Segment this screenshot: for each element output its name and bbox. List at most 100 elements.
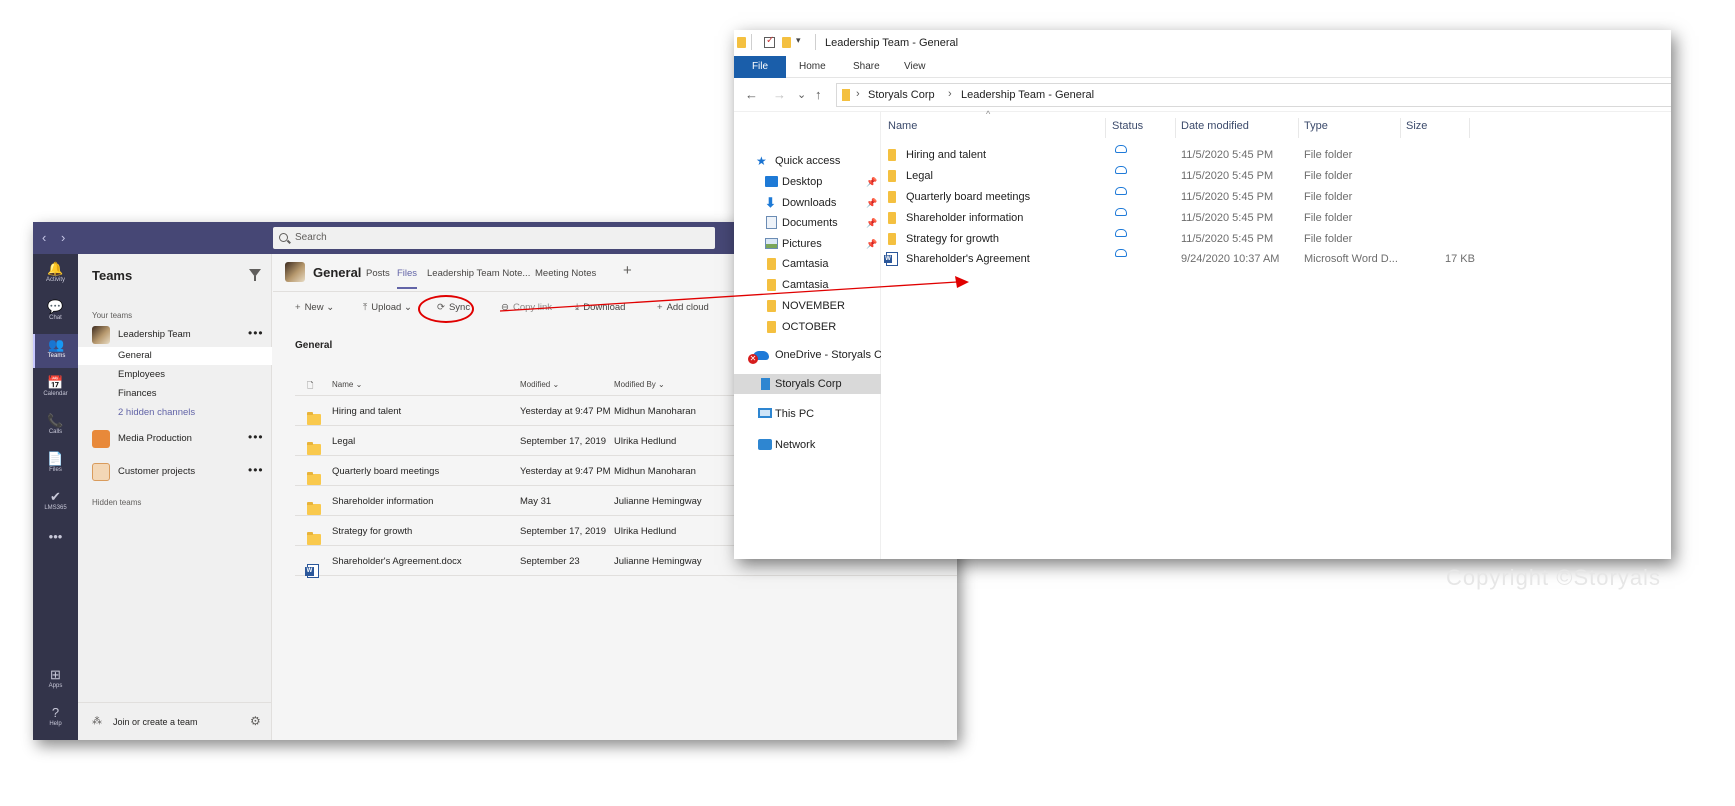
file-row[interactable]: Hiring and talent 11/5/2020 5:45 PM File… — [882, 145, 1482, 165]
ribbon-tab-home[interactable]: Home — [799, 56, 826, 78]
file-name[interactable]: Shareholder information — [332, 496, 433, 507]
ribbon-tab-file[interactable]: File — [734, 56, 786, 78]
column-size[interactable]: Size — [1406, 112, 1427, 140]
ribbon-tab-view[interactable]: View — [904, 56, 926, 78]
nav-this-pc[interactable]: This PC — [734, 404, 881, 424]
address-bar[interactable]: › Storyals Corp › Leadership Team - Gene… — [836, 83, 1671, 107]
rail-chat[interactable]: 💬 Chat — [33, 296, 78, 330]
file-modified: September 23 — [520, 556, 580, 567]
breadcrumb-separator: › — [948, 88, 952, 100]
ribbon-tab-share[interactable]: Share — [853, 56, 880, 78]
join-team-bar[interactable]: ⁂ Join or create a team ⚙ — [78, 702, 272, 740]
column-type[interactable]: Type — [1304, 112, 1328, 140]
file-type-icon: 🗋 — [307, 381, 314, 390]
column-modified-by[interactable]: Modified By ⌄ — [614, 380, 665, 389]
file-row[interactable]: Quarterly board meetings 11/5/2020 5:45 … — [882, 187, 1482, 207]
file-row[interactable]: Shareholder information 11/5/2020 5:45 P… — [882, 208, 1482, 228]
gear-icon[interactable]: ⚙ — [250, 714, 261, 728]
column-divider[interactable] — [1298, 118, 1299, 138]
more-options-icon[interactable]: ••• — [248, 430, 264, 444]
nav-november[interactable]: NOVEMBER — [734, 296, 881, 316]
file-row[interactable]: Legal 11/5/2020 5:45 PM File folder — [882, 166, 1482, 186]
add-tab-icon[interactable]: + — [623, 262, 632, 279]
file-type: File folder — [1304, 212, 1353, 224]
nav-desktop[interactable]: Desktop 📌 — [734, 172, 881, 192]
channel-finances[interactable]: Finances — [78, 385, 272, 403]
search-placeholder: Search — [295, 232, 327, 243]
team-leadership[interactable]: Leadership Team ••• — [78, 324, 272, 346]
properties-icon[interactable] — [764, 35, 775, 48]
column-divider[interactable] — [1400, 118, 1401, 138]
file-name[interactable]: Shareholder's Agreement.docx — [332, 556, 462, 567]
download-button[interactable]: ⤓ Download — [575, 302, 625, 313]
join-create-team-link[interactable]: Join or create a team — [113, 717, 198, 727]
channel-employees[interactable]: Employees — [78, 366, 272, 384]
more-options-icon[interactable]: ••• — [248, 463, 264, 477]
rail-calls[interactable]: 📞 Calls — [33, 410, 78, 444]
file-name[interactable]: Legal — [332, 436, 355, 447]
tab-files[interactable]: Files — [397, 268, 418, 289]
nav-network[interactable]: Network — [734, 435, 881, 455]
column-status[interactable]: Status — [1112, 112, 1143, 140]
nav-october[interactable]: OCTOBER — [734, 317, 881, 337]
team-media-production[interactable]: Media Production ••• — [78, 428, 272, 450]
qat-dropdown-icon[interactable]: ▾ — [796, 35, 801, 46]
forward-arrow-icon[interactable]: → — [773, 87, 786, 102]
column-name[interactable]: Name ⌄ — [332, 380, 362, 389]
rail-files[interactable]: 📄 Files — [33, 448, 78, 482]
column-divider[interactable] — [1175, 118, 1176, 138]
column-divider[interactable] — [1105, 118, 1106, 138]
rail-help[interactable]: ? Help — [33, 702, 78, 736]
nav-camtasia-2[interactable]: Camtasia — [734, 275, 881, 295]
filter-icon[interactable] — [249, 269, 261, 281]
search-input[interactable]: Search — [273, 227, 715, 249]
file-name[interactable]: Quarterly board meetings — [332, 466, 439, 477]
pin-icon: 📌 — [866, 239, 878, 249]
rail-more[interactable]: ••• — [33, 526, 78, 560]
rail-lms365[interactable]: ✔ LMS365 — [33, 486, 78, 520]
tab-posts[interactable]: Posts — [366, 268, 390, 279]
back-arrow-icon[interactable]: ‹ — [42, 230, 46, 245]
file-row[interactable]: Shareholder's Agreement 9/24/2020 10:37 … — [882, 249, 1482, 269]
copy-link-button[interactable]: ⊖ Copy link — [501, 302, 552, 313]
recent-locations-icon[interactable]: ⌄ — [797, 88, 806, 101]
up-arrow-icon[interactable]: ↑ — [815, 87, 822, 102]
channel-general[interactable]: General — [78, 347, 272, 365]
column-date-modified[interactable]: Date modified — [1181, 112, 1249, 140]
add-cloud-button[interactable]: + Add cloud — [657, 302, 709, 313]
team-customer-projects[interactable]: Customer projects ••• — [78, 461, 272, 483]
nav-quick-access[interactable]: ★ Quick access — [734, 151, 881, 171]
bell-icon: 🔔 — [47, 261, 64, 276]
new-button[interactable]: + New ⌄ — [295, 302, 334, 313]
upload-button[interactable]: ⤒ Upload ⌄ — [363, 302, 412, 313]
more-options-icon[interactable]: ••• — [248, 326, 264, 340]
forward-arrow-icon[interactable]: › — [61, 230, 65, 245]
nav-pictures[interactable]: Pictures 📌 — [734, 234, 881, 254]
hidden-channels-link[interactable]: 2 hidden channels — [78, 404, 272, 422]
breadcrumb-storyals-corp[interactable]: Storyals Corp — [868, 89, 935, 101]
column-modified[interactable]: Modified ⌄ — [520, 380, 559, 389]
file-row[interactable]: Strategy for growth 11/5/2020 5:45 PM Fi… — [882, 229, 1482, 249]
nav-downloads[interactable]: ⬇ Downloads 📌 — [734, 193, 881, 213]
nav-onedrive[interactable]: ✕ OneDrive - Storyals C — [734, 345, 881, 365]
nav-documents[interactable]: Documents 📌 — [734, 213, 881, 233]
back-arrow-icon[interactable]: ← — [745, 87, 758, 102]
column-divider[interactable] — [1469, 118, 1470, 138]
breadcrumb-current-folder[interactable]: Leadership Team - General — [961, 89, 1094, 101]
rail-activity[interactable]: 🔔 Activity — [33, 258, 78, 292]
nav-camtasia[interactable]: Camtasia — [734, 254, 881, 274]
tab-leadership-notes[interactable]: Leadership Team Note... — [427, 268, 530, 279]
cloud-status-icon — [1115, 229, 1127, 237]
new-folder-icon[interactable] — [782, 37, 791, 48]
rail-calendar[interactable]: 📅 Calendar — [33, 372, 78, 406]
nav-label: OneDrive - Storyals C — [775, 349, 881, 361]
file-type: Microsoft Word D... — [1304, 253, 1398, 265]
rail-apps[interactable]: ⊞ Apps — [33, 664, 78, 698]
column-name[interactable]: Name — [888, 112, 917, 140]
tab-meeting-notes[interactable]: Meeting Notes — [535, 268, 596, 279]
nav-storyals-corp[interactable]: Storyals Corp — [734, 374, 881, 394]
hidden-teams-label[interactable]: Hidden teams — [92, 498, 141, 507]
rail-teams[interactable]: 👥 Teams — [33, 334, 78, 368]
file-name[interactable]: Strategy for growth — [332, 526, 412, 537]
file-name[interactable]: Hiring and talent — [332, 406, 401, 417]
